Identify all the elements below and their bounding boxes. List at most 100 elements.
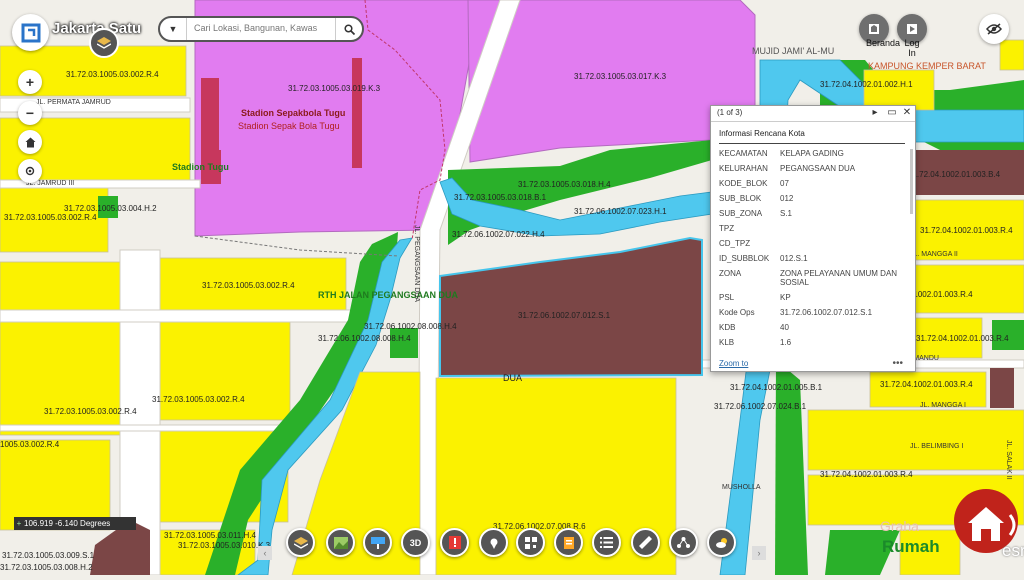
coordinate-readout: + 106.919 -6.140 Degrees [14, 517, 136, 530]
map-label: JL. PEGANGSAAN DUA [413, 225, 420, 303]
map-label: 31.72.03.1005.03.019.K.3 [288, 84, 381, 93]
qr-icon [524, 536, 537, 549]
map-label: Stadion Sepak Bola Tugu [238, 121, 340, 131]
attr-value: KP [780, 293, 791, 302]
search-input[interactable]: Cari Lokasi, Bangunan, Kawas [194, 23, 317, 33]
bottom-toolbar: ‹ 3D › [258, 528, 768, 560]
zoom-in-button[interactable]: + [18, 70, 42, 94]
map-label: JL. PERMATA JAMRUD [36, 99, 111, 106]
map-label: 31.72.03.1005.03.018.H.4 [518, 180, 611, 189]
beranda-icon [869, 24, 879, 34]
attr-key: ID_SUBBLOK [719, 254, 770, 263]
tool-basemap[interactable] [326, 528, 355, 557]
attr-row: PSL KP [719, 293, 905, 302]
tool-measure[interactable] [631, 528, 660, 557]
zoom-to-link[interactable]: Zoom to [719, 359, 748, 368]
locate-button[interactable] [18, 159, 42, 183]
minus-icon: − [25, 105, 35, 121]
attr-value: 1.6 [780, 338, 792, 347]
network-icon [677, 537, 690, 548]
zoom-out-button[interactable]: − [18, 101, 42, 125]
app-logo[interactable] [12, 14, 49, 51]
attr-key: KELURAHAN [719, 164, 768, 173]
popup-feature-count: (1 of 3) [717, 108, 743, 117]
esri-attribution: esri [1002, 541, 1024, 560]
attr-key: SUB_ZONA [719, 209, 763, 218]
map-label: 31.72.06.1002.07.012.S.1 [518, 311, 611, 320]
layers-icon [293, 536, 308, 549]
attr-row: SUB_ZONA S.1 [719, 209, 905, 218]
3d-icon: 3D [409, 537, 422, 548]
map-label: 31.72.03.1005.03.002.R.4 [152, 395, 245, 404]
map-label: 31.72.04.1002.01.003.R.4 [820, 470, 913, 479]
attr-row: KELURAHAN PEGANGSAAN DUA [719, 164, 905, 173]
toolbar-scroll-right[interactable]: › [752, 546, 766, 560]
attr-value [780, 239, 905, 248]
toolbar-scroll-left[interactable]: ‹ [258, 546, 272, 560]
tool-3d[interactable]: 3D [401, 528, 430, 557]
login-label: Log In [904, 38, 920, 58]
attr-value: 40 [780, 323, 789, 332]
map-label: 31.72.03.1005.03.009.S.1 [2, 551, 95, 560]
map-label: Stadion Tugu [172, 162, 229, 172]
tool-layers[interactable] [286, 528, 315, 557]
attr-row: KODE_BLOK 07 [719, 179, 905, 188]
attr-key: KODE_BLOK [719, 179, 768, 188]
attr-key: KDB [719, 323, 736, 332]
tool-location[interactable] [479, 528, 508, 557]
feature-info-popup: (1 of 3) ▸ ▭ ✕ Informasi Rencana Kota KE… [710, 105, 916, 372]
attr-key: KECAMATAN [719, 149, 768, 158]
tool-network[interactable] [669, 528, 698, 557]
map-label: 31.72.03.1005.03.018.B.1 [454, 193, 547, 202]
dock-popup-button[interactable]: ▭ [886, 107, 898, 118]
attr-value: 31.72.06.1002.07.012.S.1 [780, 308, 873, 317]
map-label: 31.72.06.1002.08.008.H.4 [318, 334, 411, 343]
popup-title: Informasi Rencana Kota [719, 129, 805, 138]
attr-value: KELAPA GADING [780, 149, 844, 158]
attr-row: TPZ [719, 224, 905, 233]
tool-weather[interactable] [707, 528, 736, 557]
search-bar: ▼ Cari Lokasi, Bangunan, Kawas [158, 16, 364, 42]
dock-icon: ▭ [887, 107, 897, 118]
tool-legend[interactable] [363, 528, 392, 557]
attr-value: 012 [780, 194, 794, 203]
search-source-dropdown[interactable]: ▼ [160, 18, 187, 40]
more-actions-button[interactable]: ••• [892, 358, 903, 369]
close-icon: ✕ [902, 107, 912, 118]
tool-print[interactable] [554, 528, 583, 557]
tool-list[interactable] [592, 528, 621, 557]
brand-line-2: Rumah [882, 537, 940, 556]
map-label: 31.72.04.1002.01.002.H.1 [820, 80, 913, 89]
visibility-toggle-button[interactable] [979, 14, 1009, 44]
tool-qrcode[interactable] [516, 528, 545, 557]
search-button[interactable] [335, 18, 362, 40]
map-label: JL. BELIMBING I [910, 443, 964, 450]
map-label: DUA [503, 373, 523, 383]
signboard-icon [370, 536, 385, 549]
attr-value: PEGANGSAAN DUA [780, 164, 856, 173]
map-label: 31.72.03.1005.03.002.R.4 [66, 70, 159, 79]
layers-toggle-button[interactable] [89, 28, 119, 58]
attr-key: SUB_BLOK [719, 194, 762, 203]
map-label: 31.72.03.1005.03.004.H.2 [64, 204, 157, 213]
locate-icon [25, 166, 35, 176]
next-feature-button[interactable]: ▸ [869, 107, 881, 118]
coordinate-icon: + [16, 519, 22, 528]
map-label: 31.72.03.1005.03.002.R.4 [44, 407, 137, 416]
close-popup-button[interactable]: ✕ [901, 107, 913, 118]
map-label: KAMPUNG KEMPER BARAT [868, 61, 986, 71]
attr-value: 012.S.1 [780, 254, 808, 263]
jakarta-satu-logo-icon [21, 23, 40, 42]
attr-value [780, 224, 905, 233]
map-label: 31.72.04.1002.01.005.B.1 [730, 383, 823, 392]
home-button[interactable] [18, 130, 42, 154]
attr-key: Kode Ops [719, 308, 755, 317]
map-label: 31.72.03.1005.03.017.K.3 [574, 72, 667, 81]
attr-key: CD_TPZ [719, 239, 751, 248]
attr-value: ZONA PELAYANAN UMUM DAN SOSIAL [780, 269, 898, 287]
attr-key: TPZ [719, 224, 735, 233]
popup-divider [719, 143, 905, 144]
tool-warning[interactable] [440, 528, 469, 557]
login-icon [907, 24, 917, 34]
popup-scrollbar[interactable] [910, 149, 913, 214]
